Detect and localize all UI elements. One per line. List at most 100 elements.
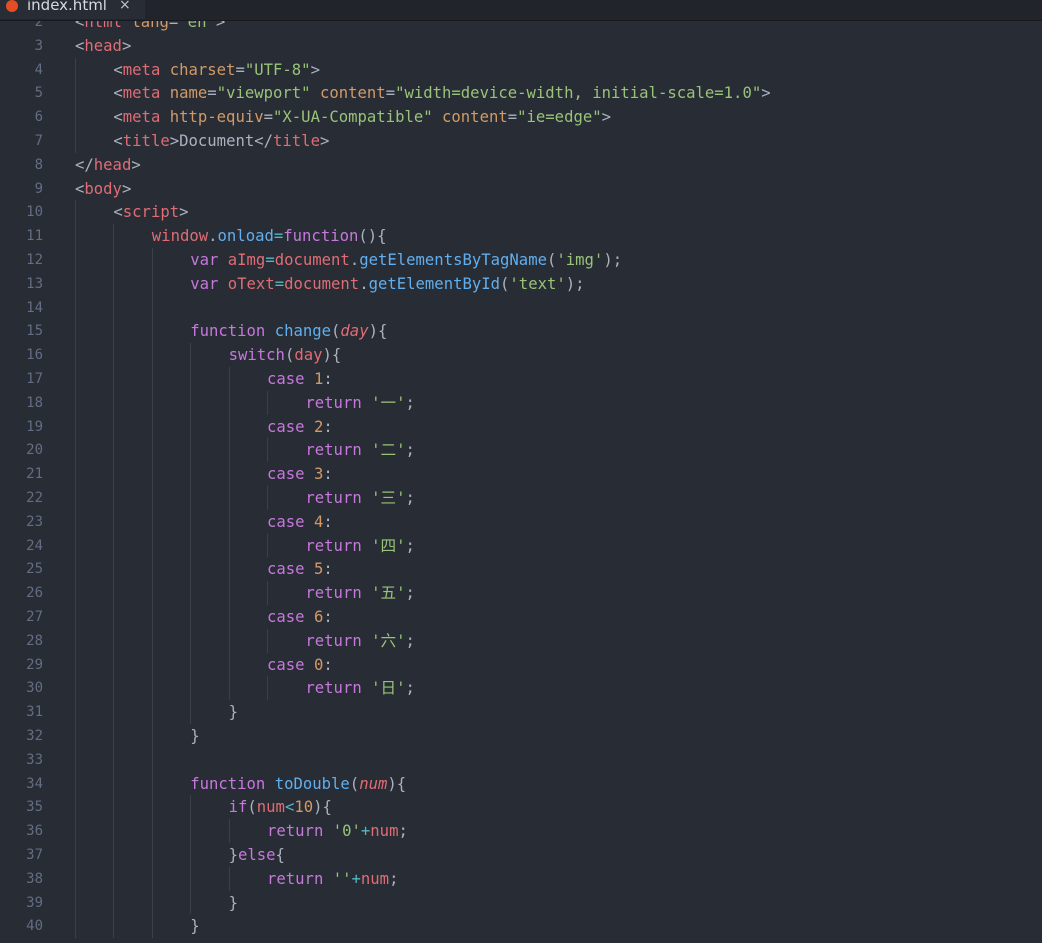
code-token: return [305, 679, 362, 698]
code-line[interactable]: 20 return '二'; [0, 438, 1042, 462]
code-token: "ie=edge" [517, 108, 602, 127]
code-token: Document [179, 132, 255, 150]
code-token: : [323, 465, 333, 484]
code-line[interactable]: 33 [0, 748, 1042, 772]
code-line[interactable]: 36 return '0'+num; [0, 819, 1042, 843]
code-text: } [229, 700, 238, 724]
code-text: return '五'; [305, 581, 415, 605]
code-line[interactable]: 40} [0, 914, 1042, 938]
code-line[interactable]: 18 return '一'; [0, 391, 1042, 415]
code-line[interactable]: 21 case 3: [0, 462, 1042, 486]
indent-guide [75, 57, 76, 153]
code-line[interactable]: 27 case 6: [0, 605, 1042, 629]
code-line[interactable]: 28 return '六'; [0, 629, 1042, 653]
code-line[interactable]: 22 return '三'; [0, 486, 1042, 510]
code-line[interactable]: 8 </head> [0, 153, 1042, 177]
close-icon[interactable]: × [119, 0, 131, 13]
code-editor-window: 2 <html lang="en"> 3 <head> 4 <meta charset="… [0, 0, 1042, 943]
code-line[interactable]: 13 var oText=document.getElementById('tex… [0, 272, 1042, 296]
code-line[interactable]: 26 return '五'; [0, 581, 1042, 605]
code-token: "width=device-width, initial-scale=1.0" [395, 84, 762, 103]
code-line[interactable]: 6 <meta http-equiv="X-UA-Compatible" cont… [0, 105, 1042, 129]
code-text: function toDouble(num){ [190, 772, 406, 796]
code-token: case [267, 465, 305, 484]
code-token: < [75, 36, 85, 55]
code-line[interactable]: 17 case 1: [0, 367, 1042, 391]
code-line[interactable]: 39} [0, 891, 1042, 915]
code-token: 6 [313, 608, 324, 626]
code-line[interactable]: 23 case 4: [0, 510, 1042, 534]
code-token: ){ [322, 346, 342, 365]
code-text: case 0: [267, 653, 333, 677]
code-text: return '一'; [305, 391, 415, 415]
code-line[interactable]: 9 <body> [0, 177, 1042, 201]
code-line[interactable]: 14 [0, 296, 1042, 320]
code-token: ){ [387, 774, 407, 793]
code-token: ( [331, 322, 341, 341]
code-token: day [294, 346, 323, 365]
code-token: = [507, 108, 518, 127]
code-token: title [122, 132, 170, 150]
code-line[interactable]: 5 <meta name="viewport" content="width=de… [0, 81, 1042, 105]
line-number: 35 [26, 799, 43, 816]
code-line[interactable]: 11 window.onload=function(){ [0, 224, 1042, 248]
code-line[interactable]: 38 return ''+num; [0, 867, 1042, 891]
code-token: < [113, 203, 123, 222]
code-line[interactable]: 12 var aImg=document.getElementsByTagName… [0, 248, 1042, 272]
code-line[interactable]: 15 function change(day){ [0, 319, 1042, 343]
code-token: return [305, 393, 362, 412]
line-number: 29 [26, 656, 43, 673]
code-line[interactable]: 25 case 5: [0, 557, 1042, 581]
code-line[interactable]: 34 function toDouble(num){ [0, 772, 1042, 796]
code-line[interactable]: 35 if(num<10){ [0, 795, 1042, 819]
code-token: . [208, 227, 218, 246]
code-text: switch(day){ [229, 343, 342, 367]
tab-bar: index.html × [0, 0, 1042, 21]
code-token: < [113, 108, 123, 127]
code-token: case [267, 370, 305, 388]
code-token: < [113, 132, 123, 150]
line-number: 38 [26, 870, 43, 887]
code-token: num [359, 774, 388, 793]
code-text: } [190, 724, 199, 748]
code-token: > [310, 60, 320, 79]
code-line[interactable]: 19 case 2: [0, 415, 1042, 439]
code-line[interactable]: 10 <script> [0, 200, 1042, 224]
code-text: }else{ [229, 843, 285, 867]
code-line[interactable]: 29 case 0: [0, 653, 1042, 677]
code-token: > [169, 132, 180, 150]
code-token: else [237, 846, 276, 864]
line-number: 33 [26, 751, 43, 768]
code-token: onload [217, 227, 274, 246]
line-number: 26 [26, 585, 43, 602]
html5-file-icon [6, 0, 18, 12]
code-token: </ [254, 132, 274, 150]
code-line[interactable]: 30 return '日'; [0, 676, 1042, 700]
code-line[interactable]: 7 <title>Document</title> [0, 129, 1042, 153]
code-token: meta [122, 108, 161, 127]
code-editor[interactable]: 2 <html lang="en"> 3 <head> 4 <meta charset="… [0, 0, 1042, 943]
code-token: 3 [313, 465, 324, 484]
code-token: charset [160, 60, 236, 79]
line-number: 40 [26, 918, 43, 935]
tab-index-html[interactable]: index.html × [0, 0, 145, 19]
code-line[interactable]: 32} [0, 724, 1042, 748]
code-line[interactable]: 24 return '四'; [0, 534, 1042, 558]
code-line[interactable]: 3 <head> [0, 34, 1042, 58]
indent-guide [75, 200, 76, 939]
line-number: 22 [26, 490, 43, 506]
code-line[interactable]: 4 <meta charset="UTF-8"> [0, 58, 1042, 82]
code-line[interactable]: 31} [0, 700, 1042, 724]
code-token: + [351, 869, 361, 888]
code-token: window [151, 227, 209, 246]
code-token: '四' [371, 536, 406, 555]
code-line[interactable]: 16 switch(day){ [0, 343, 1042, 367]
code-line[interactable]: 37}else{ [0, 843, 1042, 867]
code-text: return ''+num; [267, 867, 398, 891]
line-number: 12 [26, 252, 43, 268]
